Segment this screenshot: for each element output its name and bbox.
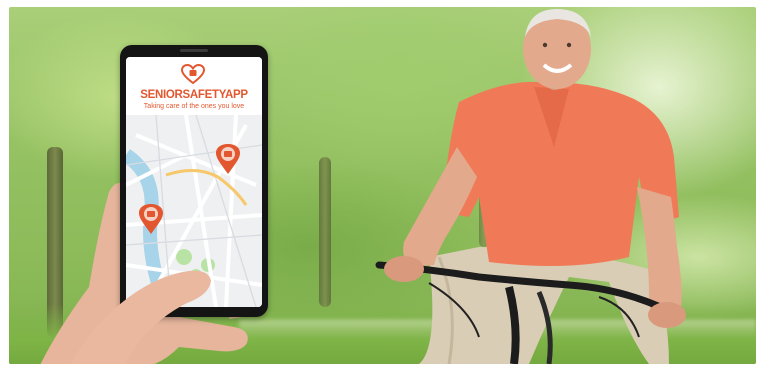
app-header: SENIORSAFETYAPP Taking care of the ones …: [126, 57, 262, 115]
phone-speaker: [180, 49, 208, 52]
thumb: [70, 270, 211, 364]
hero-image: SENIORSAFETYAPP Taking care of the ones …: [9, 7, 756, 364]
app-tagline: Taking care of the ones you love: [143, 103, 245, 110]
brand-part-3: APP: [225, 89, 248, 101]
brand-part-1: SENIOR: [140, 89, 183, 101]
location-pin-icon[interactable]: [138, 203, 164, 235]
app-brand-name: SENIORSAFETYAPP: [126, 89, 262, 101]
heart-logo-icon: [181, 64, 205, 84]
brand-part-2: SAFETY: [182, 89, 226, 101]
location-pin-icon[interactable]: [215, 143, 241, 175]
